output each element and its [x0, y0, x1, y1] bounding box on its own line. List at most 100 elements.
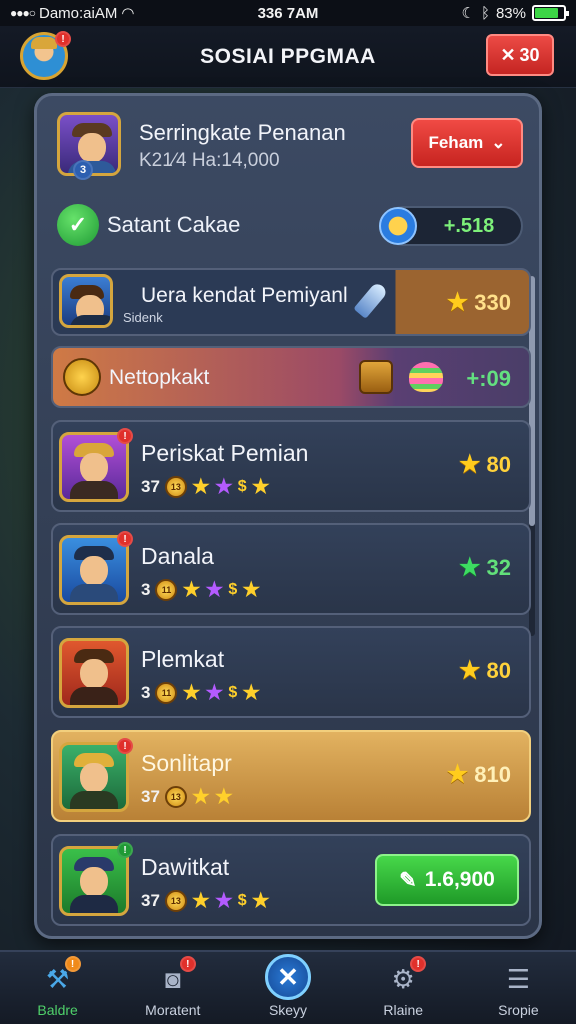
battery-label: 83% [495, 4, 526, 22]
bottom-nav: ⚒ ! Baldre ◙ ! Moratent ✕ Skeyy ⚙ ! Rlai… [0, 950, 576, 1024]
nav-item-rlaine[interactable]: ⚙ ! Rlaine [346, 952, 461, 1024]
player-name: Plemkat [141, 646, 225, 672]
medal-icon [63, 358, 101, 396]
player-portrait [59, 432, 129, 502]
player-name: Dawitkat [141, 854, 230, 880]
star-icon: ★ [205, 579, 224, 601]
player-portrait [59, 535, 129, 605]
nav-label: Skeyy [268, 1002, 308, 1018]
score-value: 80 [486, 451, 511, 477]
notification-badge: ! [117, 738, 133, 754]
list-item[interactable]: Nettopkakt +:09 [51, 346, 531, 408]
bluetooth-icon: ᛒ [480, 4, 490, 22]
player-name: Periskat Pemian [141, 440, 309, 466]
nav-label: Baldre [37, 1002, 78, 1018]
close-button[interactable]: ✕ 30 [486, 34, 554, 76]
star-icon: ★ [205, 682, 224, 704]
close-button-label: 30 [519, 44, 540, 65]
nav-item-baldre[interactable]: ⚒ ! Baldre [0, 952, 115, 1024]
coin-icon: 11 [155, 681, 178, 704]
star-icon: ★ [182, 579, 201, 601]
star-icon: ★ [191, 890, 210, 912]
nav-label: Sropie [498, 1002, 539, 1018]
nav-label: Rlaine [383, 1002, 424, 1018]
stat-value: 3 [141, 682, 151, 702]
nav-item-skeyy[interactable]: ✕ Skeyy [230, 952, 345, 1024]
notification-badge: ! [117, 531, 133, 547]
player-portrait [59, 742, 129, 812]
score-value: +:09 [466, 366, 511, 391]
dollar-icon: $ [228, 683, 238, 701]
player-portrait [59, 274, 113, 328]
player-name: Sonlitapr [141, 750, 232, 776]
star-icon: ★ [251, 476, 270, 498]
score: ★ 32 [459, 553, 511, 582]
rocket-icon [353, 281, 389, 319]
notification-badge: ! [55, 31, 71, 47]
player-stats: 37 13 ★ ★ [141, 784, 233, 809]
hammer-icon: ⚒ ! [39, 956, 81, 998]
nav-item-moratent[interactable]: ◙ ! Moratent [115, 952, 230, 1024]
notification-badge: ! [117, 842, 133, 858]
claim-button[interactable]: ✎ 1.6,900 [375, 854, 519, 906]
leaderboard-panel: 3 Serringkate Penanan K21⁄4 Ha:14,000 Fe… [34, 93, 542, 939]
score: ★ 80 [459, 656, 511, 685]
star-icon: ★ [446, 761, 469, 788]
currency-value: +.518 [443, 214, 495, 237]
coin-icon: 13 [164, 475, 187, 498]
notification-badge: ! [117, 428, 133, 444]
score: ★ 330 [447, 288, 511, 317]
currency-pill[interactable]: +.518 [379, 206, 523, 246]
notification-badge: ! [410, 956, 427, 972]
list-item[interactable]: Plemkat 3 11 ★ ★ $ ★ ★ 80 [51, 626, 531, 718]
score: ★ 80 [459, 450, 511, 479]
filter-dropdown[interactable]: Feham ⌄ [411, 118, 523, 168]
coin-icon [379, 207, 417, 245]
player-name: Uera kendat Pemiyanl [141, 284, 348, 307]
header: ! SOSIAI PPGMAA ✕ 30 [0, 26, 576, 88]
list-item[interactable]: ! Periskat Pemian 37 13 ★ ★ $ ★ ★ 80 [51, 420, 531, 512]
star-icon: ★ [459, 657, 481, 684]
score: +:09 [466, 366, 511, 392]
player-stats: 3 11 ★ ★ $ ★ [141, 577, 260, 602]
player-stats: 37 13 ★ ★ $ ★ [141, 474, 270, 499]
stat-value: 37 [141, 890, 160, 910]
avatar[interactable]: ! [20, 31, 71, 80]
star-icon: ★ [191, 476, 210, 498]
chat-row[interactable]: ✓ Satant Cakae +.518 [57, 200, 527, 252]
dollar-icon: $ [228, 580, 238, 598]
page-title: SOSIAI PPGMAA [200, 44, 376, 68]
dollar-icon: $ [237, 891, 247, 909]
list-item[interactable]: ! Dawitkat 37 13 ★ ★ $ ★ ✎ 1.6,900 [51, 834, 531, 926]
notification-badge: ! [179, 956, 196, 972]
close-icon: ✕ [265, 954, 311, 1000]
signal-icon: ●●●○ [10, 6, 36, 20]
carrier-label: Damo:aiAM [39, 4, 118, 22]
player-subtitle: K21⁄4 Ha:14,000 [139, 150, 280, 171]
level-badge: 3 [73, 160, 93, 180]
notification-badge: ! [64, 956, 81, 972]
chat-icon: ✓ [57, 204, 99, 246]
player-portrait [59, 638, 129, 708]
star-icon: ★ [459, 554, 481, 581]
star-icon: ★ [242, 579, 261, 601]
list-item[interactable]: ! Danala 3 11 ★ ★ $ ★ ★ 32 [51, 523, 531, 615]
score-value: 330 [474, 289, 511, 315]
star-icon: ★ [446, 289, 469, 316]
chat-label: Satant Cakae [107, 212, 241, 237]
coin-icon: 13 [164, 889, 187, 912]
list-item[interactable]: ! Sonlitapr 37 13 ★ ★ ★ 810 [51, 730, 531, 822]
score: ★ 810 [447, 760, 511, 789]
player-subtitle: Sidenk [123, 310, 163, 325]
star-icon: ★ [251, 890, 270, 912]
close-icon: ✕ [500, 44, 516, 65]
score-value: 810 [474, 761, 511, 787]
star-icon: ★ [182, 682, 201, 704]
score-value: 80 [486, 657, 511, 683]
list-item[interactable]: Uera kendat Pemiyanl Sidenk ★ 330 [51, 268, 531, 336]
chevron-down-icon: ⌄ [491, 133, 506, 152]
star-icon: ★ [214, 476, 233, 498]
nav-item-sropie[interactable]: ☰ Sropie [461, 952, 576, 1024]
player-stats: 37 13 ★ ★ $ ★ [141, 888, 270, 913]
moon-icon: ☾ [461, 5, 475, 22]
